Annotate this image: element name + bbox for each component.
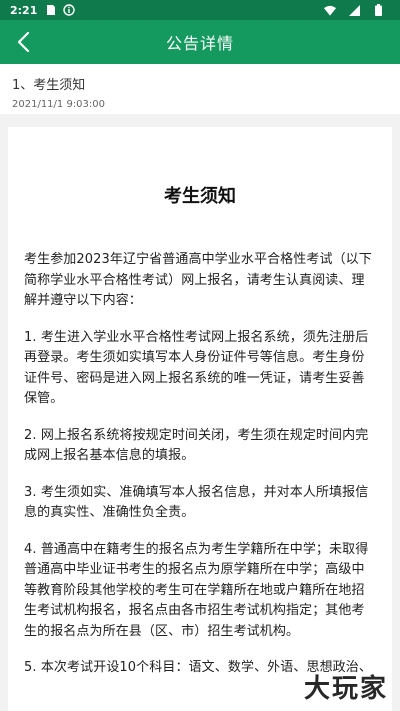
- battery-icon: [372, 4, 384, 16]
- chevron-left-icon: [17, 31, 30, 53]
- watermark-logo: 大玩家: [303, 674, 388, 704]
- notice-header: 1、考生须知 2021/11/1 9:03:00: [0, 64, 400, 114]
- status-time: 2:21: [10, 3, 38, 17]
- article-paragraph: 2. 网上报名系统将按规定时间关闭，考生须在规定时间内完成网上报名基本信息的填报…: [24, 427, 369, 464]
- notice-title: 1、考生须知: [12, 78, 86, 93]
- article-paragraph: 3. 考生须如实、准确填写本人报名信息，并对本人所填报信息的真实性、准确性负全责…: [24, 484, 369, 521]
- article-paragraph: 1. 考生进入学业水平合格性考试网上报名系统，须先注册后再登录。考生须如实填写本…: [24, 329, 369, 407]
- info-icon: [63, 4, 76, 16]
- page-title: 公告详情: [165, 34, 234, 53]
- article-heading: 考生须知: [164, 186, 236, 207]
- article-paragraph: 4. 普通高中在籍考生的报名点为考生学籍所在中学；未取得普通高中毕业证书考生的报…: [24, 541, 369, 639]
- notice-date: 2021/11/1 9:03:00: [12, 99, 106, 110]
- sim-card-icon: [45, 4, 57, 16]
- wifi-icon: [324, 4, 336, 16]
- nav-bar: 公告详情: [0, 20, 400, 64]
- article-paragraph: 考生参加2023年辽宁省普通高中学业水平合格性考试（以下简称学业水平合格性考试）…: [24, 252, 372, 308]
- back-button[interactable]: [8, 20, 38, 64]
- status-bar: 2:21: [0, 0, 400, 20]
- signal-icon: [348, 4, 360, 16]
- article-card: 考生须知 考生参加2023年辽宁省普通高中学业水平合格性考试（以下简称学业水平合…: [8, 127, 392, 711]
